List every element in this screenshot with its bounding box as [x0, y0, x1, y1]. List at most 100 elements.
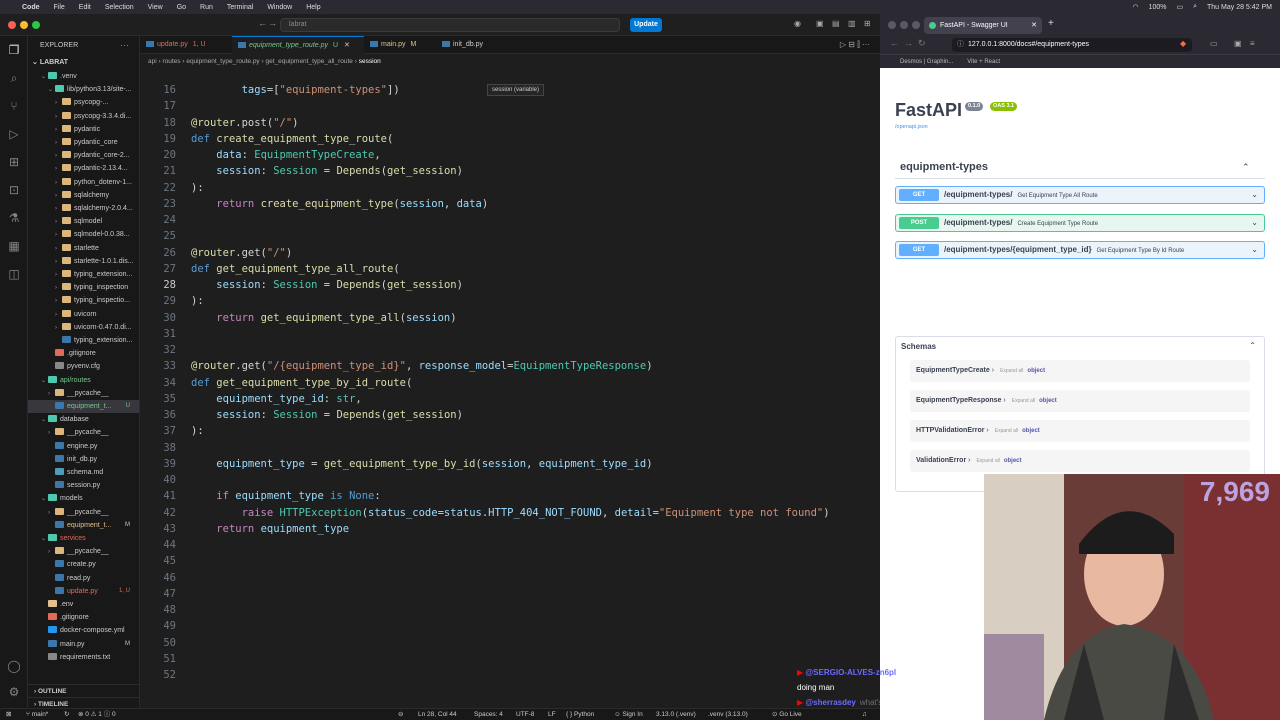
tree-item[interactable]: › __pycache__: [28, 426, 139, 439]
menu-edit[interactable]: Edit: [79, 4, 91, 11]
breadcrumb-item[interactable]: api: [148, 58, 157, 65]
update-button[interactable]: Update: [630, 18, 662, 32]
tree-item[interactable]: main.py M: [28, 638, 139, 651]
tree-item[interactable]: › starlette: [28, 242, 139, 255]
browser-close-button[interactable]: [888, 21, 896, 29]
operation-row[interactable]: GET/equipment-types/Get Equipment Type A…: [895, 186, 1265, 204]
venv-indicator[interactable]: .venv (3.13.0): [708, 709, 748, 720]
tree-item[interactable]: docker-compose.yml: [28, 624, 139, 637]
editor-tab[interactable]: update.py 1, U: [140, 36, 232, 54]
tree-item[interactable]: › sqlmodel-0.0.38...: [28, 228, 139, 241]
git-branch[interactable]: ⑂ main*: [26, 709, 48, 720]
code-line[interactable]: data: EquipmentTypeCreate,: [191, 147, 380, 163]
search-icon[interactable]: ⌕: [6, 70, 22, 86]
tree-item[interactable]: session.py: [28, 479, 139, 492]
code-line[interactable]: @router.get("/{equipment_type_id}", resp…: [191, 358, 653, 374]
tree-item[interactable]: › __pycache__: [28, 387, 139, 400]
breadcrumb-item[interactable]: routes: [162, 58, 180, 65]
back-arrow-icon[interactable]: ←: [890, 38, 899, 48]
expand-all-link[interactable]: Expand all: [1000, 368, 1023, 374]
tree-item[interactable]: ⌄ services: [28, 532, 139, 545]
forward-arrow-icon[interactable]: →: [904, 38, 913, 48]
layout-sidebar-icon[interactable]: ▣: [816, 19, 824, 28]
tree-item[interactable]: create.py: [28, 558, 139, 571]
run-debug-icon[interactable]: ▷: [6, 126, 22, 142]
menu-icon[interactable]: ≡: [1250, 39, 1255, 48]
tree-item[interactable]: › uvicorn: [28, 308, 139, 321]
breadcrumb-item[interactable]: get_equipment_type_all_route: [265, 58, 352, 65]
code-line[interactable]: def get_equipment_type_by_id_route(: [191, 375, 412, 391]
tree-item[interactable]: init_db.py: [28, 453, 139, 466]
code-line[interactable]: ):: [191, 423, 204, 439]
code-line[interactable]: return create_equipment_type(session, da…: [191, 196, 488, 212]
browser-maximize-button[interactable]: [912, 21, 920, 29]
expand-all-link[interactable]: Expand all: [976, 458, 999, 464]
testing-icon[interactable]: ⚗: [6, 210, 22, 226]
reload-icon[interactable]: ↻: [918, 38, 926, 49]
tree-item[interactable]: › typing_extension...: [28, 268, 139, 281]
tree-item[interactable]: schema.md: [28, 466, 139, 479]
browser-minimize-button[interactable]: [900, 21, 908, 29]
tree-item[interactable]: › pydantic-2.13.4...: [28, 162, 139, 175]
code-line[interactable]: @router.post("/"): [191, 115, 299, 131]
bookmark-item[interactable]: Vite + React: [967, 59, 1000, 65]
menu-help[interactable]: Help: [306, 4, 320, 11]
forward-arrow-icon[interactable]: →: [268, 18, 277, 28]
minimize-window-button[interactable]: [20, 21, 28, 29]
back-arrow-icon[interactable]: ←: [258, 18, 267, 28]
openapi-json-link[interactable]: /openapi.json: [895, 124, 928, 130]
tree-item[interactable]: › psycopg-...: [28, 96, 139, 109]
brave-shield-icon[interactable]: ◆: [1180, 39, 1186, 48]
editor-tab[interactable]: equipment_type_route.py U ✕: [232, 36, 364, 54]
source-control-icon[interactable]: ⑂: [6, 98, 22, 114]
tree-item[interactable]: › sqlalchemy-2.0.4...: [28, 202, 139, 215]
schema-row[interactable]: HTTPValidationError › Expand all object: [910, 420, 1250, 442]
tree-item[interactable]: ⌄ database: [28, 413, 139, 426]
layout-panel-icon[interactable]: ▤: [832, 19, 840, 28]
menu-window[interactable]: Window: [267, 4, 292, 11]
editor-tab[interactable]: main.py M: [364, 36, 436, 54]
sync-icon[interactable]: ↻: [64, 709, 69, 720]
new-tab-icon[interactable]: +: [1048, 18, 1054, 29]
tree-item[interactable]: › psycopg-3.3.4.di...: [28, 110, 139, 123]
tree-item[interactable]: ⌄ models: [28, 492, 139, 505]
menu-selection[interactable]: Selection: [105, 4, 134, 11]
tree-item[interactable]: › sqlmodel: [28, 215, 139, 228]
cursor-position[interactable]: Ln 28, Col 44: [418, 709, 457, 720]
docker-icon[interactable]: ▦: [6, 238, 22, 254]
tree-item[interactable]: pyvenv.cfg: [28, 360, 139, 373]
expand-all-link[interactable]: Expand all: [995, 428, 1018, 434]
tree-item[interactable]: › pydantic: [28, 123, 139, 136]
expand-all-link[interactable]: Expand all: [1012, 398, 1035, 404]
code-line[interactable]: ):: [191, 180, 204, 196]
code-line[interactable]: def create_equipment_type_route(: [191, 131, 393, 147]
root-folder[interactable]: ⌄ LABRAT: [32, 58, 68, 66]
encoding[interactable]: UTF-8: [516, 709, 534, 720]
code-line[interactable]: equipment_type_id: str,: [191, 391, 361, 407]
python-interpreter[interactable]: 3.13.0 (.venv): [656, 709, 696, 720]
tree-item[interactable]: › __pycache__: [28, 506, 139, 519]
language-mode[interactable]: { } Python: [566, 709, 594, 720]
sidebar-toggle-icon[interactable]: ▭: [1210, 39, 1218, 48]
close-window-button[interactable]: [8, 21, 16, 29]
problems-indicator[interactable]: ⊗ 0 ⚠ 1 ⓘ 0: [78, 709, 116, 720]
schemas-title[interactable]: Schemas: [901, 342, 936, 351]
schema-row[interactable]: ValidationError › Expand all object: [910, 450, 1250, 472]
schema-row[interactable]: EquipmentTypeCreate › Expand all object: [910, 360, 1250, 382]
chevron-down-icon[interactable]: ⌄: [1251, 215, 1258, 231]
account-icon[interactable]: ◯: [6, 658, 22, 674]
editor-tab[interactable]: init_db.py: [436, 36, 506, 54]
copilot-icon[interactable]: ◉: [794, 19, 801, 28]
schema-row[interactable]: EquipmentTypeResponse › Expand all object: [910, 390, 1250, 412]
tree-item[interactable]: engine.py: [28, 440, 139, 453]
layout-secondary-icon[interactable]: ▥: [848, 19, 856, 28]
timeline-section[interactable]: › TIMELINE: [28, 697, 139, 708]
menu-code[interactable]: Code: [22, 4, 40, 11]
battery-icon[interactable]: ▭: [1176, 3, 1183, 11]
tree-item[interactable]: requirements.txt: [28, 651, 139, 664]
zoom-icon[interactable]: ⊖: [398, 709, 403, 720]
code-line[interactable]: return equipment_type: [191, 521, 349, 537]
operation-row[interactable]: POST/equipment-types/Create Equipment Ty…: [895, 213, 1265, 232]
code-line[interactable]: return get_equipment_type_all(session): [191, 310, 456, 326]
url-input[interactable]: ⓘ 127.0.0.1:8000/docs#/equipment-types: [952, 38, 1192, 52]
